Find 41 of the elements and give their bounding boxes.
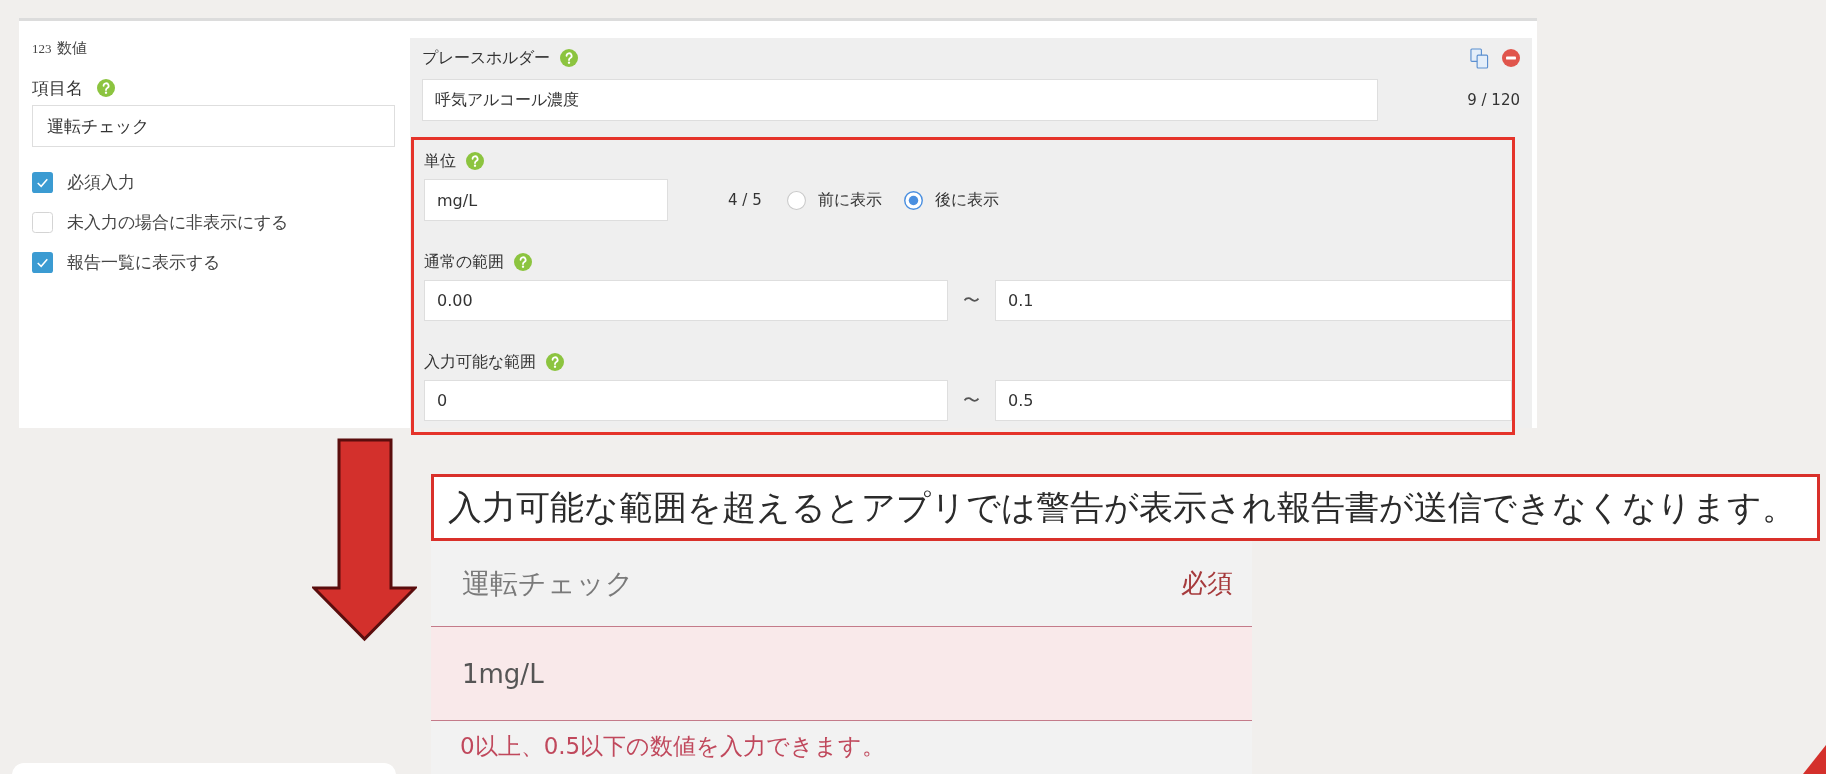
help-icon[interactable]	[560, 49, 578, 67]
char-counter: 9 / 120	[1467, 91, 1520, 109]
help-icon[interactable]	[466, 152, 484, 170]
preview-field-title: 運転チェック	[462, 565, 634, 602]
number-type-icon: 123	[32, 41, 52, 57]
checkbox[interactable]	[32, 171, 53, 193]
value-field[interactable]: 1mg/L	[431, 626, 1252, 721]
field-label: 通常の範囲	[424, 251, 504, 273]
field-label: 入力可能な範囲	[424, 351, 536, 373]
field-label: 項目名	[32, 76, 83, 100]
max-input[interactable]: 0.5	[995, 380, 1512, 421]
min-input[interactable]: 0.00	[424, 280, 948, 321]
error-message: 0以上、0.5以下の数値を入力できます。	[459, 732, 887, 761]
checkbox[interactable]	[32, 211, 53, 233]
range-separator: 〜	[962, 389, 981, 412]
radio-button[interactable]	[786, 190, 806, 210]
remove-icon[interactable]	[1502, 49, 1520, 67]
callout-note: 入力可能な範囲を超えるとアプリでは警告が表示され報告書が送信できなくなります。	[431, 474, 1820, 541]
radio-button[interactable]	[903, 190, 923, 210]
checkbox-label[interactable]: 報告一覧に表示する	[67, 250, 220, 274]
field-label: 単位	[424, 150, 456, 172]
field-type-label: 数値	[56, 39, 87, 58]
checkbox[interactable]	[32, 251, 53, 273]
copy-icon[interactable]	[1470, 47, 1489, 69]
max-input[interactable]: 0.1	[995, 280, 1512, 321]
char-counter: 4 / 5	[728, 191, 762, 209]
help-icon[interactable]	[97, 79, 115, 97]
field-label: プレースホルダー	[422, 47, 550, 69]
help-icon[interactable]	[546, 353, 564, 371]
checkbox-label[interactable]: 必須入力	[67, 170, 135, 194]
placeholder-input[interactable]: 呼気アルコール濃度	[422, 79, 1378, 121]
triangle-icon	[1803, 745, 1826, 774]
radio-label[interactable]: 前に表示	[817, 189, 882, 211]
required-label: 必須	[1181, 567, 1233, 600]
item-name-input[interactable]: 運転チェック	[32, 105, 395, 147]
help-icon[interactable]	[514, 253, 532, 271]
radio-label[interactable]: 後に表示	[934, 189, 999, 211]
min-input[interactable]: 0	[424, 380, 948, 421]
unit-input[interactable]: mg/L	[424, 179, 668, 221]
checkbox-label[interactable]: 未入力の場合に非表示にする	[67, 210, 288, 234]
range-separator: 〜	[962, 289, 981, 312]
